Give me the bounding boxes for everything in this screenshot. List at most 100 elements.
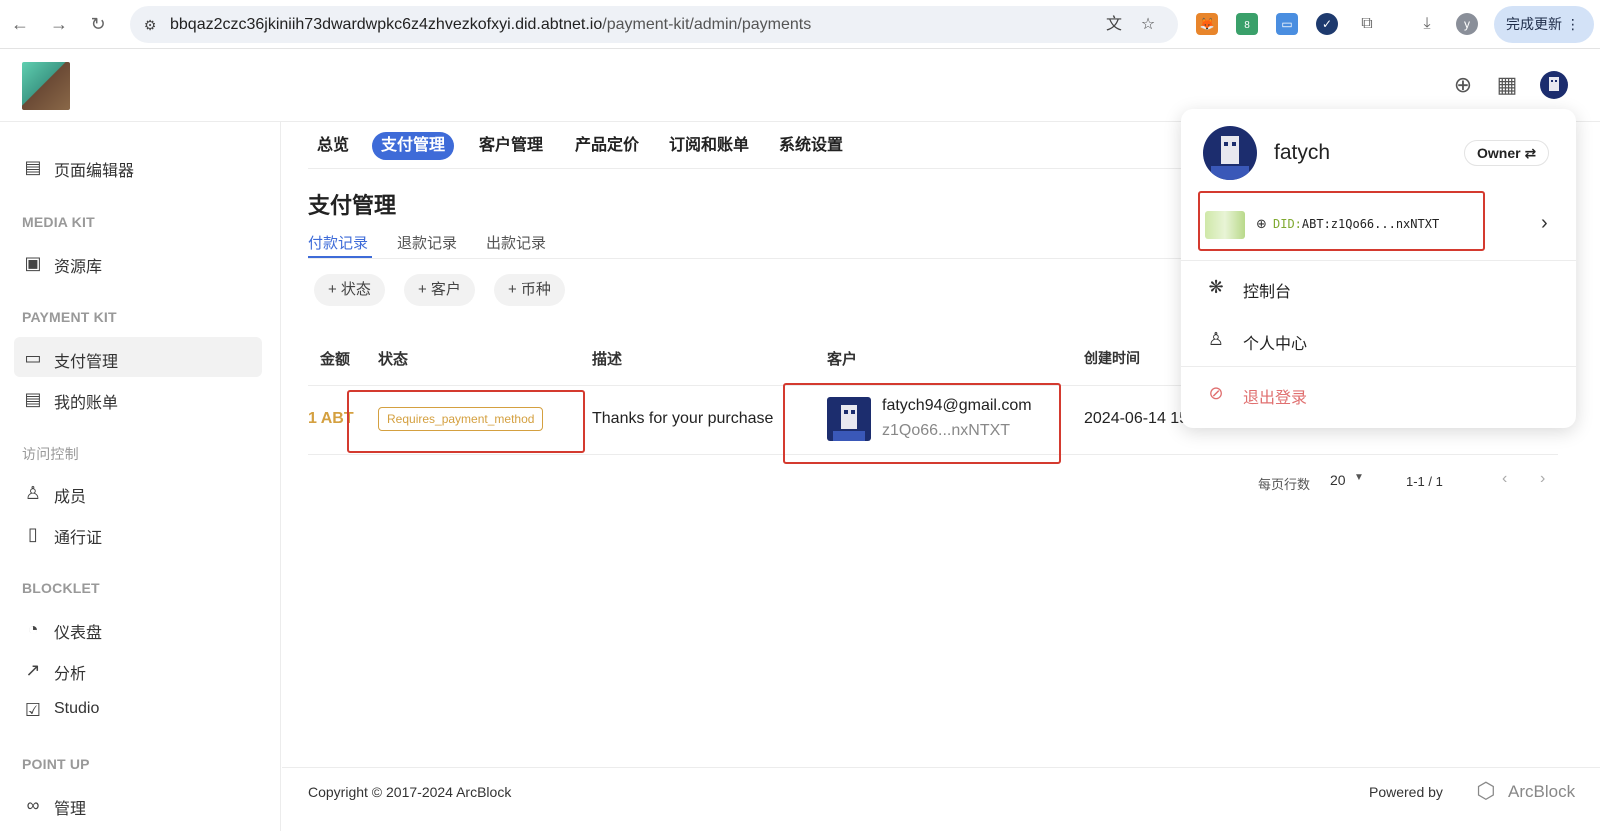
next-page-icon[interactable]: › [1540,470,1545,488]
translate-icon[interactable]: 文 [1104,15,1124,35]
column-header-description[interactable]: 描述 [592,348,622,369]
sidebar-item-passport[interactable]: ▯ 通行证 [14,513,262,553]
bookmark-star-icon[interactable]: ☆ [1138,15,1158,35]
apps-grid-icon[interactable]: ▦ [1494,72,1520,98]
tab-customer-management[interactable]: 客户管理 [470,132,552,160]
globe-icon[interactable]: ⊕ [1450,72,1476,98]
arcblock-brand[interactable]: ArcBlock [1508,782,1575,802]
menu-item-profile[interactable]: ♙ 个人中心 [1181,313,1576,365]
rows-per-page-select[interactable]: 20 [1330,472,1346,488]
studio-icon: ☑ [24,700,42,720]
pagination-range: 1-1 / 1 [1406,474,1443,489]
powered-by-text: Powered by [1369,784,1443,800]
sidebar-item-label: Studio [54,700,100,717]
menu-item-console[interactable]: ❋ 控制台 [1181,261,1576,313]
card-extension-icon[interactable]: ▭ [1276,13,1298,35]
trend-chart-icon: ↗ [25,660,41,680]
highlight-status-box [347,390,585,453]
menu-item-label: 控制台 [1243,284,1292,301]
section-point-up: POINT UP [22,756,90,772]
gauge-icon: ◔ [27,619,39,639]
logout-icon: ⊘ [1208,383,1224,403]
metamask-extension-icon[interactable]: 🦊 [1196,13,1218,35]
user-avatar[interactable] [1540,71,1568,99]
page-title: 支付管理 [308,193,397,218]
sidebar: ▤ 页面编辑器 MEDIA KIT ▣ 资源库 PAYMENT KIT ▭ 支付… [0,122,281,831]
section-access-control: 访问控制 [22,446,79,462]
tab-system-settings[interactable]: 系统设置 [770,132,852,160]
url-text: bbqaz2czc36jkiniih73dwardwpkc6z4zhvezkof… [170,16,812,33]
popover-avatar [1203,126,1257,180]
site-settings-icon[interactable]: ⚙ [140,15,160,35]
filter-currency-button[interactable]: + 币种 [494,274,565,306]
browser-toolbar: ← → ↻ ⚙ bbqaz2czc36jkiniih73dwardwpkc6z4… [0,0,1600,49]
address-bar[interactable]: ⚙ bbqaz2czc36jkiniih73dwardwpkc6z4zhvezk… [130,6,1178,43]
sidebar-item-label: 管理 [54,801,87,818]
reload-icon[interactable]: ↻ [86,12,110,36]
credit-card-icon: ▭ [24,348,42,368]
copyright-text: Copyright © 2017-2024 ArcBlock [308,784,512,800]
popover-username: fatych [1274,141,1331,164]
chevron-right-icon[interactable]: › [1541,212,1548,235]
finish-update-button[interactable]: 完成更新 ⋮ [1494,6,1594,43]
image-icon: ▣ [24,253,42,273]
tabs-divider [308,168,1188,169]
user-menu-popover: fatych Owner ⇄ ⊕ DID:ABT:z1Qo66...nxNTXT… [1181,109,1576,428]
column-header-customer[interactable]: 客户 [827,348,857,369]
person-icon: ♙ [24,483,42,503]
tab-overview[interactable]: 总览 [308,132,358,160]
forward-icon[interactable]: → [47,12,71,36]
highlight-customer-box [783,383,1061,464]
sidebar-item-label: 资源库 [54,259,103,276]
menu-item-logout[interactable]: ⊘ 退出登录 [1181,367,1576,419]
column-header-status[interactable]: 状态 [378,348,408,369]
column-header-amount[interactable]: 金额 [320,348,350,369]
extension-icon[interactable]: 8 [1236,13,1258,35]
badge-icon: ▯ [28,524,38,544]
description-text: Thanks for your purchase [592,410,774,427]
download-icon[interactable]: ⤓ [1416,13,1438,35]
person-icon: ♙ [1207,329,1225,349]
sidebar-item-payment-management[interactable]: ▭ 支付管理 [14,337,262,377]
subtab-payout-records[interactable]: 出款记录 [486,232,546,253]
infinity-icon: ∞ [26,795,40,815]
back-icon[interactable]: ← [8,12,32,36]
column-header-created[interactable]: 创建时间 [1084,348,1140,368]
menu-item-label: 个人中心 [1243,336,1308,353]
sidebar-item-label: 页面编辑器 [54,163,135,180]
check-extension-icon[interactable]: ✓ [1316,13,1338,35]
document-icon: ▤ [24,157,42,177]
sidebar-item-analytics[interactable]: ↗ 分析 [14,649,262,689]
extensions-puzzle-icon[interactable]: ⧉ [1356,13,1378,35]
receipt-icon: ▤ [24,389,42,409]
sidebar-item-label: 成员 [54,489,87,506]
arcblock-logo-icon[interactable]: ⬡ [1472,776,1500,806]
sidebar-item-label: 通行证 [54,530,103,547]
subtab-payment-records[interactable]: 付款记录 [308,232,368,253]
switch-role-button[interactable]: Owner ⇄ [1464,140,1550,166]
sidebar-item-manage[interactable]: ∞ 管理 [14,784,262,824]
tab-product-pricing[interactable]: 产品定价 [566,132,648,160]
filter-status-button[interactable]: + 状态 [314,274,385,306]
sidebar-item-label: 仪表盘 [54,625,103,642]
sidebar-item-members[interactable]: ♙ 成员 [14,472,262,512]
caret-down-icon[interactable]: ▼ [1354,472,1364,483]
filter-customer-button[interactable]: + 客户 [404,274,475,306]
rows-per-page-label: 每页行数 [1258,477,1311,492]
section-payment-kit: PAYMENT KIT [22,309,117,325]
sidebar-item-studio[interactable]: ☑ Studio [14,689,262,729]
previous-page-icon[interactable]: ‹ [1502,470,1507,488]
sidebar-item-label: 分析 [54,666,87,683]
sidebar-item-page-editor[interactable]: ▤ 页面编辑器 [14,146,262,186]
section-blocklet: BLOCKLET [22,580,100,596]
tab-subscriptions-billing[interactable]: 订阅和账单 [660,132,758,160]
subtab-refund-records[interactable]: 退款记录 [397,232,457,253]
tab-payment-management[interactable]: 支付管理 [372,132,455,160]
app-logo[interactable] [22,62,70,110]
sidebar-item-resources[interactable]: ▣ 资源库 [14,242,262,282]
menu-item-label: 退出登录 [1243,390,1308,407]
sidebar-item-my-bills[interactable]: ▤ 我的账单 [14,378,262,418]
profile-avatar[interactable]: y [1456,13,1478,35]
sidebar-item-dashboard[interactable]: ◔ 仪表盘 [14,608,262,648]
section-media-kit: MEDIA KIT [22,214,95,230]
